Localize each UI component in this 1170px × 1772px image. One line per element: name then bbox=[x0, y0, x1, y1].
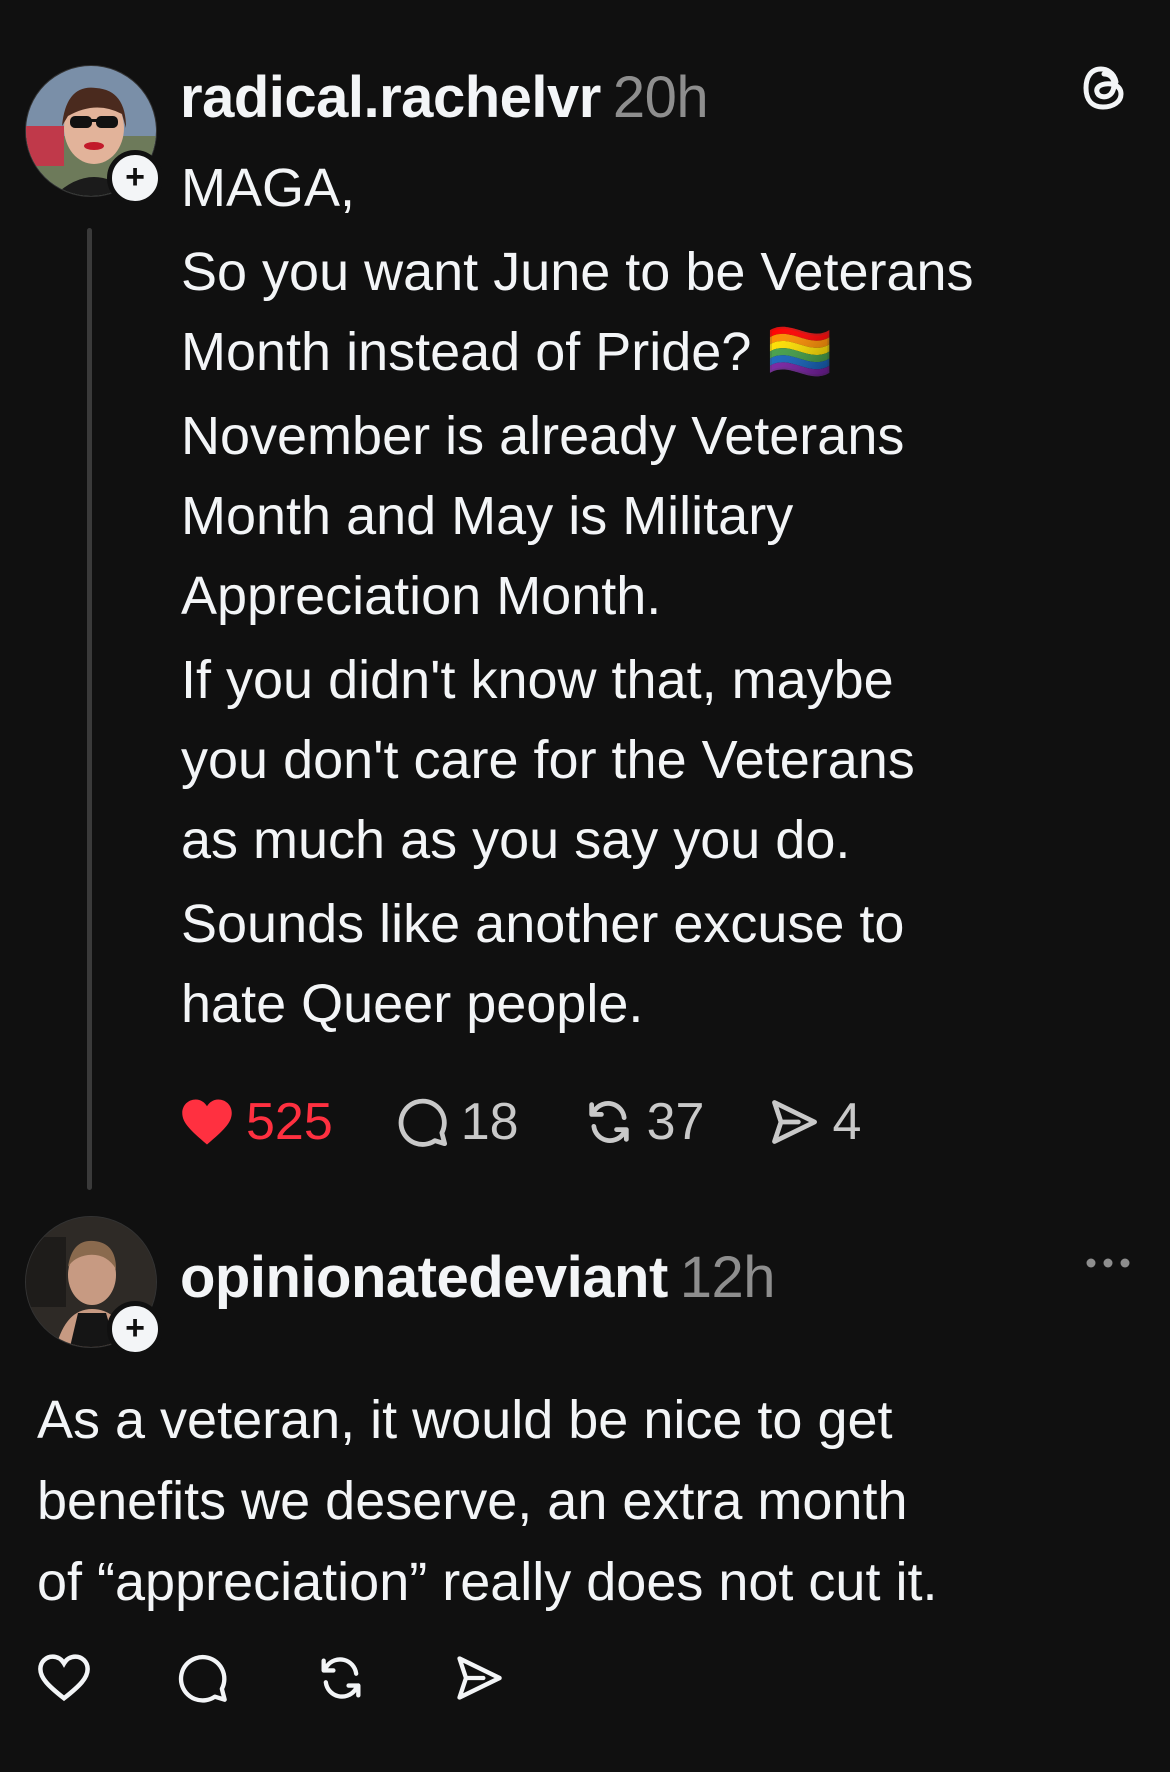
thread-connector-line bbox=[87, 228, 92, 1190]
comment-bubble-icon bbox=[398, 1098, 447, 1147]
heart-icon bbox=[38, 1654, 90, 1702]
reply-post: + opinionatedeviant 12h As a veteran, it … bbox=[0, 1200, 1170, 1772]
post-line: Month instead of Pride? 🏳️‍🌈 bbox=[181, 322, 834, 382]
share-button[interactable] bbox=[453, 1652, 517, 1704]
repost-button[interactable] bbox=[315, 1652, 379, 1704]
like-button[interactable] bbox=[37, 1653, 103, 1703]
like-count: 525 bbox=[246, 1093, 333, 1151]
post-line: So you want June to be Veterans bbox=[181, 242, 974, 302]
comment-bubble-icon bbox=[178, 1654, 227, 1703]
post-line: Appreciation Month. bbox=[181, 566, 662, 626]
username-opinionatedeviant[interactable]: opinionatedeviant bbox=[180, 1245, 668, 1310]
share-button[interactable]: 4 bbox=[768, 1092, 861, 1152]
reply-author-line: opinionatedeviant 12h bbox=[180, 1244, 776, 1311]
threads-logo-icon[interactable] bbox=[1080, 62, 1132, 114]
like-button[interactable]: 525 bbox=[180, 1092, 333, 1152]
more-dots-icon[interactable] bbox=[1084, 1256, 1132, 1270]
post-line: Sounds like another excuse to bbox=[181, 894, 905, 954]
reply-body: As a veteran, it would be nice to get be… bbox=[37, 1390, 938, 1612]
reply-action-bar bbox=[37, 1646, 581, 1710]
post-line: you don't care for the Veterans bbox=[181, 730, 915, 790]
reply-button[interactable] bbox=[177, 1652, 241, 1704]
post-line: MAGA, bbox=[181, 158, 356, 218]
original-post: + radical.rachelvr 20h MAGA, So you want … bbox=[0, 0, 1170, 1200]
post-time: 20h bbox=[612, 65, 709, 130]
send-icon bbox=[772, 1100, 818, 1144]
post-line: hate Queer people. bbox=[181, 974, 644, 1034]
send-icon bbox=[457, 1656, 502, 1700]
share-count: 4 bbox=[832, 1093, 862, 1151]
reply-count: 18 bbox=[460, 1093, 519, 1151]
repost-count: 37 bbox=[646, 1093, 705, 1151]
heart-icon bbox=[182, 1099, 232, 1145]
follow-plus-button[interactable]: + bbox=[107, 150, 163, 206]
repost-icon bbox=[588, 1101, 629, 1143]
post-line: as much as you say you do. bbox=[181, 810, 851, 870]
post-body: MAGA, So you want June to be Veterans Mo… bbox=[181, 148, 974, 1044]
repost-button[interactable]: 37 bbox=[583, 1092, 705, 1152]
post-line: November is already Veterans bbox=[181, 406, 905, 466]
reply-button[interactable]: 18 bbox=[397, 1092, 519, 1152]
post-line: If you didn't know that, maybe bbox=[181, 650, 894, 710]
reply-time: 12h bbox=[679, 1245, 776, 1310]
post-action-bar: 525 18 37 4 bbox=[180, 1090, 925, 1154]
repost-icon bbox=[321, 1657, 361, 1699]
username-rachel[interactable]: radical.rachelvr bbox=[180, 65, 601, 130]
post-line: Month and May is Military bbox=[181, 486, 794, 546]
follow-plus-button[interactable]: + bbox=[107, 1301, 163, 1357]
post-author-line: radical.rachelvr 20h bbox=[180, 64, 709, 131]
